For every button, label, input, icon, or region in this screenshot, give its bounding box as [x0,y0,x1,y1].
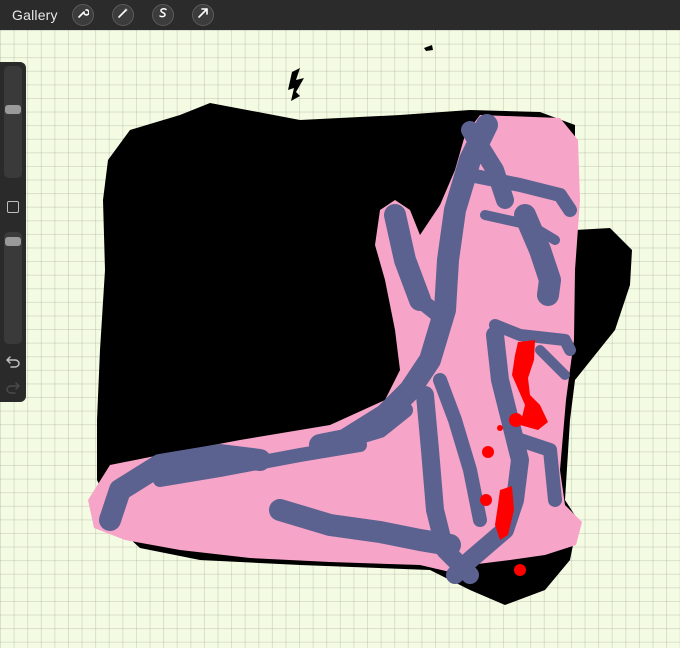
redo-icon [6,382,20,394]
brush-size-thumb[interactable] [5,105,21,115]
transform-button[interactable] [191,4,214,26]
selection-icon [157,6,169,24]
brush-opacity-thumb[interactable] [5,237,21,247]
drawing-canvas[interactable] [0,30,680,648]
gallery-button[interactable]: Gallery [12,7,58,23]
wrench-icon [77,6,90,24]
top-toolbar: Gallery [0,0,680,30]
brush-opacity-slider[interactable] [4,232,22,344]
brush-sidebar [0,62,26,402]
adjustments-button[interactable] [111,4,134,26]
undo-button[interactable] [5,354,21,368]
undo-icon [6,356,20,368]
magic-wand-icon [117,6,129,24]
modify-button[interactable] [7,201,19,213]
brush-size-slider[interactable] [4,66,22,178]
selection-button[interactable] [151,4,174,26]
artwork [88,45,632,605]
actions-button[interactable] [71,4,94,26]
stray-mark [424,45,433,51]
transform-arrow-icon [197,6,209,24]
redo-button[interactable] [5,380,21,394]
stray-mark [288,68,304,101]
